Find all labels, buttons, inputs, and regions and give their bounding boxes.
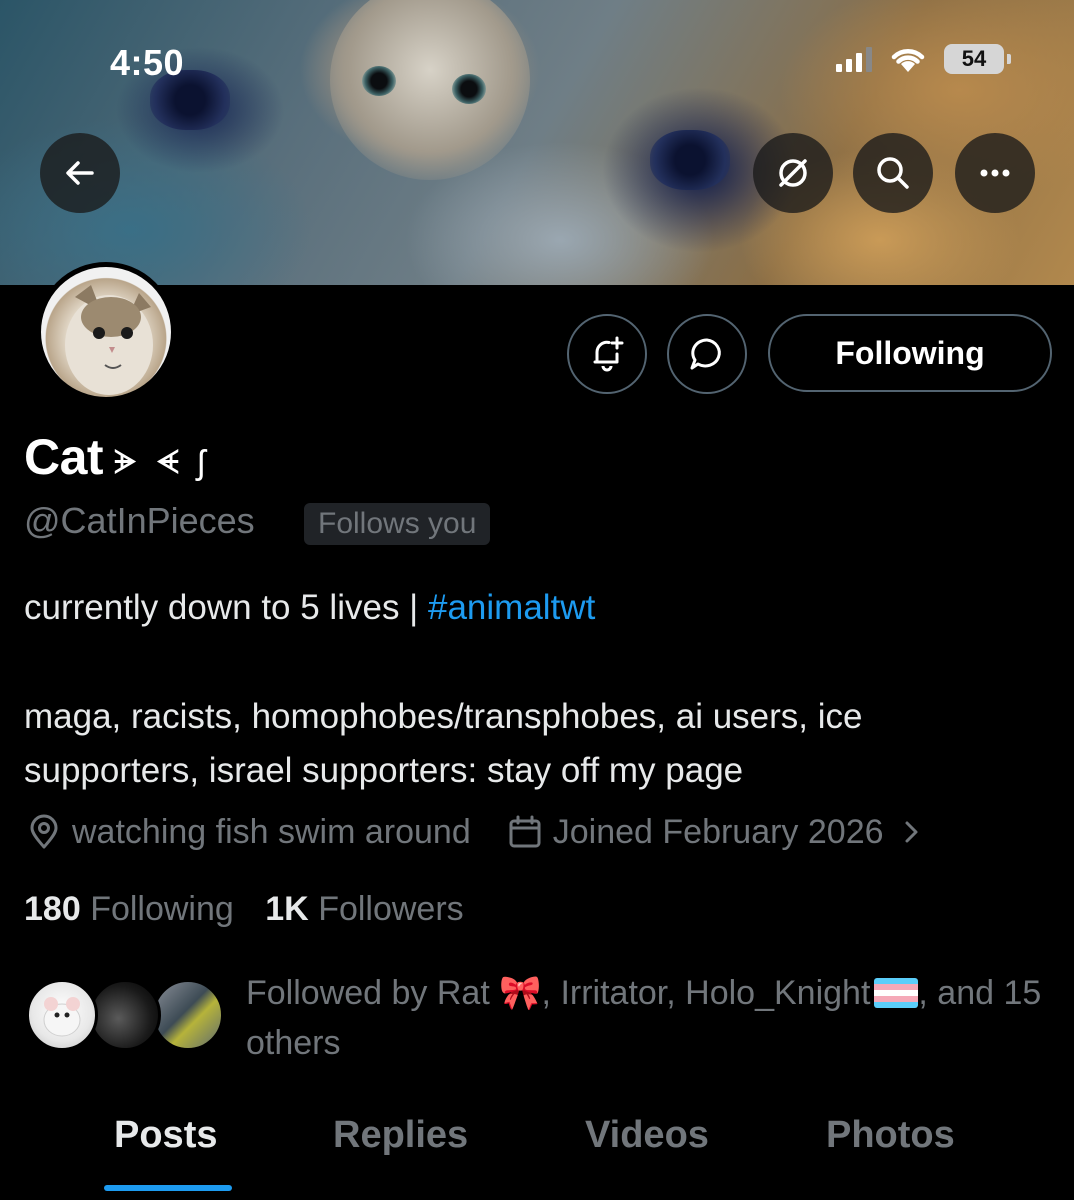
display-name-text: Cat: [24, 429, 104, 485]
banner-cat-eye: [362, 66, 396, 96]
display-name-glyphs: ᗘ ᗛ ʃ: [113, 444, 209, 482]
banner-cat-eye: [452, 74, 486, 104]
more-button[interactable]: [955, 133, 1035, 213]
banner-cat-image: [330, 0, 530, 180]
back-arrow-icon: [66, 161, 94, 185]
following-button[interactable]: Following: [768, 314, 1052, 392]
search-button[interactable]: [853, 133, 933, 213]
notifications-button[interactable]: [567, 314, 647, 394]
message-button[interactable]: [667, 314, 747, 394]
follower-avatar[interactable]: [26, 979, 98, 1051]
follow-counts: 180 Following 1K Followers: [24, 890, 464, 929]
followed-by-text[interactable]: Followed by Rat 🎀, Irritator, Holo_Knigh…: [246, 968, 1056, 1068]
location-text: watching fish swim around: [72, 812, 471, 851]
active-tab-indicator: [104, 1185, 232, 1191]
chevron-right-icon[interactable]: [892, 812, 932, 852]
battery-icon: 54: [944, 44, 1011, 74]
trans-flag-icon: [874, 978, 919, 1008]
signal-icon: [836, 46, 872, 72]
message-icon: [690, 338, 721, 370]
followers-count-link[interactable]: 1K Followers: [265, 890, 463, 928]
bell-plus-icon: [593, 336, 624, 372]
user-handle: @CatInPieces: [24, 500, 255, 541]
more-icon: [980, 169, 1010, 177]
tab-replies[interactable]: Replies: [333, 1114, 468, 1157]
bio-line-2: maga, racists, homophobes/transphobes, a…: [24, 697, 863, 736]
status-indicators: 54: [836, 44, 1011, 74]
location-icon: [24, 812, 64, 852]
grok-button[interactable]: [753, 133, 833, 213]
tab-photos[interactable]: Photos: [826, 1114, 955, 1157]
tab-posts[interactable]: Posts: [114, 1114, 217, 1157]
wifi-icon: [891, 49, 925, 72]
back-button[interactable]: [40, 133, 120, 213]
avatar-cat-image: [65, 285, 153, 395]
calendar-icon: [505, 812, 545, 852]
joined-date[interactable]: Joined February 2026: [553, 813, 884, 852]
bio-line-3: supporters, israel supporters: stay off …: [24, 751, 744, 790]
follower-avatar[interactable]: [152, 979, 224, 1051]
bio-line-1: currently down to 5 lives | #animaltwt: [24, 581, 595, 635]
search-icon: [877, 157, 909, 189]
tab-videos[interactable]: Videos: [585, 1114, 709, 1157]
display-name: Cat ᗘ ᗛ ʃ: [24, 428, 209, 486]
bio-text: currently down to 5 lives |: [24, 588, 428, 627]
follower-avatar[interactable]: [89, 979, 161, 1051]
profile-avatar[interactable]: [36, 262, 176, 402]
following-count-link[interactable]: 180 Following: [24, 890, 234, 928]
profile-meta: watching fish swim around Joined Februar…: [24, 812, 940, 852]
banner-cat-paw: [650, 130, 730, 190]
follows-you-badge: Follows you: [304, 503, 491, 545]
rat-avatar-image: [43, 997, 81, 1037]
grok-icon: [779, 159, 807, 187]
bio-hashtag-link[interactable]: #animaltwt: [428, 588, 595, 627]
status-time: 4:50: [110, 42, 185, 83]
